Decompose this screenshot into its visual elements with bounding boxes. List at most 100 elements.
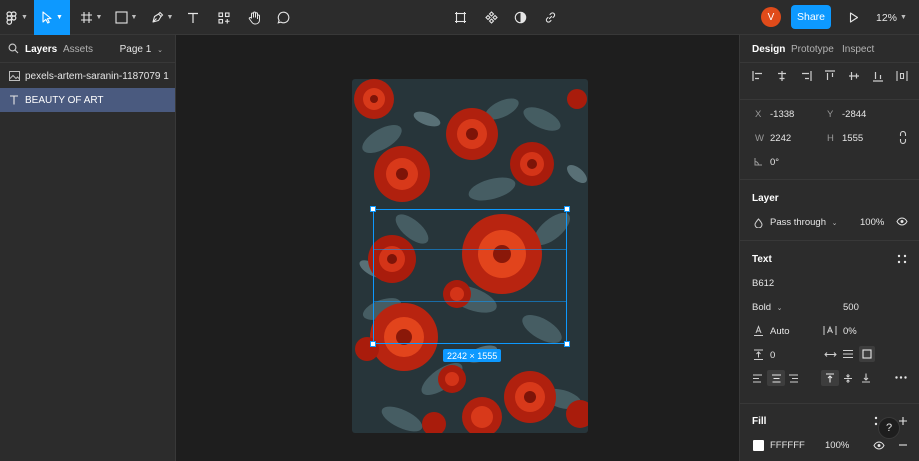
text-align-right-icon[interactable]	[788, 374, 799, 383]
eye-icon[interactable]	[896, 217, 908, 226]
y-input[interactable]: -2844	[842, 109, 866, 120]
user-avatar[interactable]: V	[761, 7, 781, 27]
fill-opacity-input[interactable]: 100%	[825, 440, 849, 451]
comment-tool-button[interactable]	[272, 0, 294, 35]
mask-button[interactable]	[510, 0, 530, 35]
left-panel-tabs: Layers Assets Page 1 ⌄	[0, 35, 175, 63]
figma-logo-icon	[6, 10, 18, 25]
align-right-icon[interactable]	[800, 70, 812, 82]
resize-handle-top-right[interactable]	[564, 206, 570, 212]
text-styles-grid-icon[interactable]	[897, 254, 907, 264]
font-weight-value: Bold	[752, 302, 772, 313]
paragraph-spacing-icon	[753, 349, 764, 360]
text-align-left-icon[interactable]	[752, 374, 763, 383]
chevron-down-icon: ▼	[21, 14, 28, 21]
frame-selection-icon	[454, 11, 467, 24]
letter-spacing-input[interactable]: 0%	[843, 326, 857, 337]
help-button[interactable]: ?	[878, 417, 900, 439]
chevron-down-icon: ⌄	[157, 47, 163, 54]
fixed-size-icon[interactable]	[859, 346, 875, 362]
hand-tool-button[interactable]	[243, 0, 265, 35]
main-menu-button[interactable]: ▼	[0, 0, 34, 35]
layer-name: BEAUTY OF ART	[25, 94, 104, 106]
x-input[interactable]: -1338	[770, 109, 794, 120]
more-options-icon[interactable]	[895, 376, 907, 379]
fill-color-swatch[interactable]	[753, 440, 764, 451]
h-input[interactable]: 1555	[842, 133, 863, 144]
comment-icon	[276, 11, 290, 24]
paragraph-spacing-input[interactable]: 0	[770, 350, 775, 361]
rotation-input[interactable]: 0°	[770, 157, 779, 168]
link-icon	[544, 11, 557, 24]
tab-assets[interactable]: Assets	[63, 44, 93, 55]
align-top-icon[interactable]	[824, 70, 836, 82]
pen-icon	[151, 11, 164, 24]
crop-frame-button[interactable]	[450, 0, 470, 35]
resize-handle-bottom-right[interactable]	[564, 341, 570, 347]
vertical-align-middle-icon[interactable]	[843, 373, 853, 384]
align-horizontal-center-icon[interactable]	[776, 70, 788, 82]
layer-item-image[interactable]: pexels-artem-saranin-1187079 1	[0, 64, 175, 88]
text-align-center-icon[interactable]	[767, 370, 785, 386]
blend-mode-dropdown[interactable]: Pass through ⌄	[770, 217, 838, 228]
align-bottom-icon[interactable]	[872, 70, 884, 82]
remove-fill-icon[interactable]	[898, 444, 908, 446]
align-vertical-center-icon[interactable]	[848, 70, 860, 82]
rectangle-icon	[114, 11, 128, 24]
tab-prototype[interactable]: Prototype	[791, 44, 834, 55]
layer-section-title: Layer	[752, 193, 779, 204]
text-icon	[187, 12, 199, 24]
tab-inspect[interactable]: Inspect	[842, 44, 874, 55]
fill-color-input[interactable]: FFFFFF	[770, 440, 805, 451]
text-tool-button[interactable]	[182, 0, 204, 35]
auto-width-icon[interactable]	[824, 350, 837, 359]
contrast-icon	[514, 11, 527, 24]
component-icon	[484, 11, 498, 24]
distribute-spacing-icon[interactable]	[896, 70, 908, 82]
line-height-input[interactable]: Auto	[770, 326, 790, 337]
resize-handle-bottom-left[interactable]	[370, 341, 376, 347]
fill-section-title: Fill	[752, 416, 767, 427]
present-button[interactable]	[845, 0, 863, 35]
chevron-down-icon: ▼	[95, 14, 103, 21]
font-family-dropdown[interactable]: B612	[752, 278, 774, 289]
chevron-down-icon: ⌄	[776, 305, 783, 312]
component-button[interactable]	[481, 0, 501, 35]
tab-layers[interactable]: Layers	[25, 44, 57, 55]
shape-tool-button[interactable]: ▼	[111, 0, 141, 35]
layer-item-text[interactable]: BEAUTY OF ART	[0, 88, 175, 112]
selection-box[interactable]	[373, 209, 567, 344]
blend-mode-icon	[754, 218, 763, 228]
vertical-align-bottom-icon[interactable]	[861, 373, 871, 383]
zoom-level: 12%	[876, 11, 898, 24]
resources-button[interactable]	[213, 0, 235, 35]
line-height-icon	[753, 325, 764, 336]
divider	[740, 403, 919, 404]
search-icon[interactable]	[8, 43, 19, 54]
align-left-icon[interactable]	[752, 70, 764, 82]
right-panel-tabs: Design Prototype Inspect	[740, 35, 919, 63]
zoom-dropdown[interactable]: 12% ▼	[876, 0, 907, 35]
page-selector[interactable]: Page 1 ⌄	[120, 44, 163, 55]
resources-icon	[218, 11, 230, 24]
font-weight-dropdown[interactable]: Bold ⌄	[752, 302, 783, 313]
auto-height-icon[interactable]	[842, 349, 854, 359]
constrain-proportions-icon[interactable]	[899, 131, 907, 144]
w-input[interactable]: 2242	[770, 133, 791, 144]
pen-tool-button[interactable]: ▼	[147, 0, 177, 35]
font-size-input[interactable]: 500	[843, 302, 859, 313]
frame-tool-button[interactable]: ▼	[76, 0, 106, 35]
vertical-align-top-icon[interactable]	[821, 370, 839, 386]
move-tool-button[interactable]: ▼	[34, 0, 70, 35]
link-button[interactable]	[540, 0, 560, 35]
layer-name: pexels-artem-saranin-1187079 1	[25, 70, 169, 82]
eye-icon[interactable]	[873, 441, 885, 450]
tab-design[interactable]: Design	[752, 44, 785, 55]
text-icon	[8, 95, 20, 105]
resize-handle-top-left[interactable]	[370, 206, 376, 212]
divider	[740, 240, 919, 241]
properties-panel: Design Prototype Inspect X -1338 Y -2844…	[739, 35, 919, 461]
share-button[interactable]: Share	[791, 5, 831, 29]
canvas[interactable]	[176, 35, 739, 461]
layer-opacity-input[interactable]: 100%	[860, 217, 884, 228]
